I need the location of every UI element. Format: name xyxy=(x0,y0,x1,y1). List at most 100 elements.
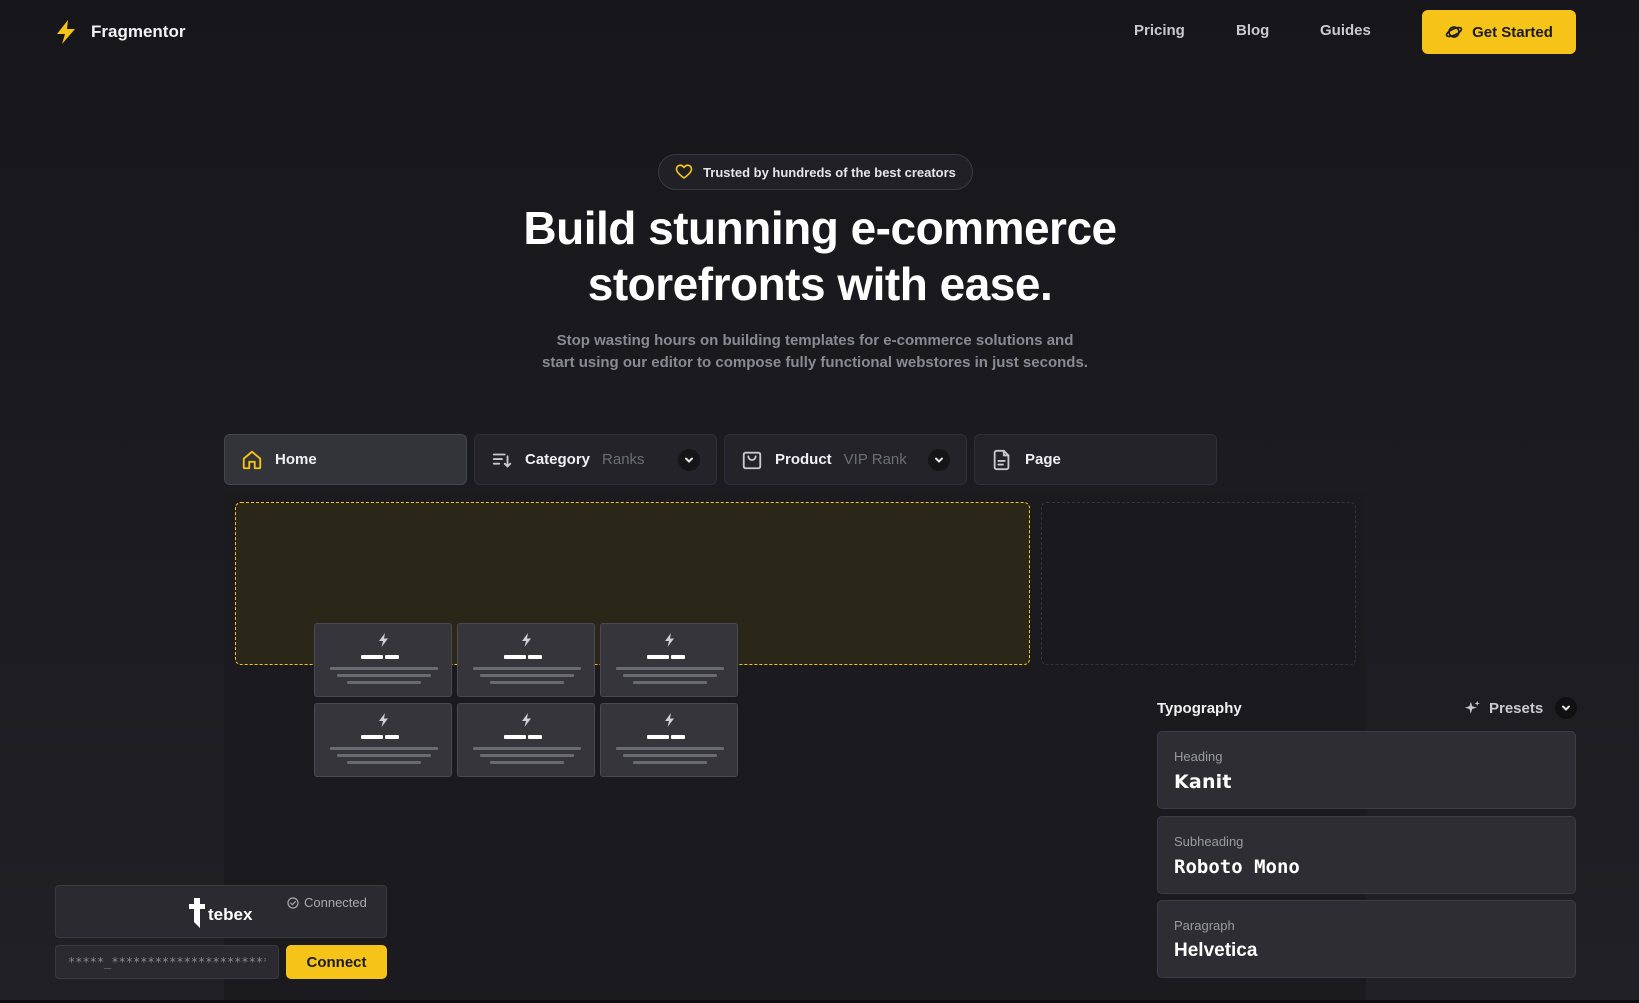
font-role: Subheading xyxy=(1174,834,1244,849)
card-text-line xyxy=(480,754,574,757)
tab-product-sub: VIP Rank xyxy=(843,451,907,468)
tebex-logo: tebex xyxy=(189,898,252,928)
api-key-field[interactable] xyxy=(55,945,279,979)
document-icon xyxy=(993,449,1010,470)
card-title-bar xyxy=(361,735,383,739)
card-text-line xyxy=(347,761,421,764)
font-card-paragraph[interactable]: Paragraph Helvetica xyxy=(1157,900,1576,978)
brand-name: Fragmentor xyxy=(91,22,186,41)
chevron-down-icon[interactable] xyxy=(1555,697,1578,719)
typography-title: Typography xyxy=(1157,700,1242,717)
font-name: Helvetica xyxy=(1174,940,1258,961)
chevron-down-icon[interactable] xyxy=(678,448,700,471)
hero-title-line-1: Build stunning e-commerce xyxy=(523,202,1117,254)
tab-home-label: Home xyxy=(275,451,317,468)
font-name: Kanit xyxy=(1174,771,1232,793)
heart-icon xyxy=(675,164,693,179)
font-name: Roboto Mono xyxy=(1174,856,1300,878)
hero-subtitle: Stop wasting hours on building templates… xyxy=(480,330,1150,374)
planet-icon xyxy=(1445,26,1463,38)
card-text-line xyxy=(337,674,431,677)
hero-title-line-2: storefronts with ease. xyxy=(587,258,1053,310)
card-text-line xyxy=(616,747,724,750)
card-text-line xyxy=(616,667,724,670)
get-started-label: Get Started xyxy=(1472,23,1553,41)
lightning-bolt-icon xyxy=(379,713,388,727)
lightning-bolt-icon xyxy=(665,633,674,647)
sparkle-icon xyxy=(1464,700,1480,714)
presets-label: Presets xyxy=(1489,699,1544,717)
get-started-button[interactable]: Get Started xyxy=(1422,10,1576,54)
sort-list-icon xyxy=(492,453,512,468)
presets-dropdown[interactable]: Presets xyxy=(1464,697,1578,719)
chevron-down-icon[interactable] xyxy=(928,448,950,471)
component-template-card[interactable] xyxy=(600,623,738,697)
card-text-line xyxy=(480,674,574,677)
card-text-line xyxy=(623,754,717,757)
bag-icon xyxy=(742,451,762,469)
card-title-bar xyxy=(671,735,685,739)
font-role: Paragraph xyxy=(1174,918,1235,933)
card-title-bar xyxy=(504,655,526,659)
hero-subtitle-line-2: start using our editor to compose fully … xyxy=(542,354,1088,371)
font-card-subheading[interactable]: Subheading Roboto Mono xyxy=(1157,816,1576,894)
tebex-name: tebex xyxy=(208,905,253,924)
connection-status: Connected xyxy=(287,895,367,910)
card-title-bar xyxy=(528,655,542,659)
card-text-line xyxy=(473,667,581,670)
lightning-bolt-icon xyxy=(665,713,674,727)
hero-subtitle-line-1: Stop wasting hours on building templates… xyxy=(556,332,1074,349)
card-title-bar xyxy=(671,655,685,659)
tab-page[interactable]: Page xyxy=(974,434,1217,485)
tab-product[interactable]: Product VIP Rank xyxy=(724,434,967,485)
card-title-bar xyxy=(647,735,669,739)
home-icon xyxy=(242,450,262,469)
tebex-mark-icon xyxy=(189,898,205,928)
trust-badge: Trusted by hundreds of the best creators xyxy=(658,154,973,190)
tab-category[interactable]: Category Ranks xyxy=(474,434,717,485)
lightning-bolt-icon xyxy=(379,633,388,647)
font-role: Heading xyxy=(1174,749,1223,764)
nav-link-guides[interactable]: Guides xyxy=(1320,22,1371,39)
nav-link-pricing[interactable]: Pricing xyxy=(1134,22,1185,39)
component-template-card[interactable] xyxy=(457,703,595,777)
card-title-bar xyxy=(385,655,399,659)
tab-category-label: Category xyxy=(525,451,591,468)
check-circle-icon xyxy=(287,896,299,909)
component-template-card[interactable] xyxy=(457,623,595,697)
lightning-bolt-icon xyxy=(522,633,531,647)
tab-product-label: Product xyxy=(775,451,832,468)
lightning-bolt-icon xyxy=(522,713,531,727)
connection-status-text: Connected xyxy=(304,895,367,910)
card-title-bar xyxy=(647,655,669,659)
card-title-bar xyxy=(361,655,383,659)
card-title-bar xyxy=(385,735,399,739)
trust-badge-text: Trusted by hundreds of the best creators xyxy=(703,164,956,180)
card-title-bar xyxy=(528,735,542,739)
font-card-heading[interactable]: Heading Kanit xyxy=(1157,731,1576,809)
tab-category-sub: Ranks xyxy=(602,451,645,468)
component-template-card[interactable] xyxy=(314,623,452,697)
connect-button[interactable]: Connect xyxy=(286,945,387,979)
component-template-card[interactable] xyxy=(600,703,738,777)
card-title-bar xyxy=(504,735,526,739)
card-text-line xyxy=(347,681,421,684)
connect-label: Connect xyxy=(306,953,367,971)
card-text-line xyxy=(330,667,438,670)
tab-page-label: Page xyxy=(1025,451,1061,468)
tebex-integration: tebex Connected xyxy=(55,885,387,938)
logo[interactable]: Fragmentor xyxy=(55,20,185,44)
drop-zone-side[interactable] xyxy=(1041,502,1356,665)
card-text-line xyxy=(633,761,707,764)
nav-link-blog[interactable]: Blog xyxy=(1236,22,1269,39)
card-text-line xyxy=(633,681,707,684)
card-text-line xyxy=(490,761,564,764)
card-text-line xyxy=(490,681,564,684)
card-text-line xyxy=(623,674,717,677)
lightning-bolt-icon xyxy=(57,20,75,44)
card-text-line xyxy=(330,747,438,750)
tab-home[interactable]: Home xyxy=(224,434,467,485)
card-text-line xyxy=(473,747,581,750)
component-template-card[interactable] xyxy=(314,703,452,777)
hero-title: Build stunning e-commerce storefronts wi… xyxy=(420,200,1220,312)
